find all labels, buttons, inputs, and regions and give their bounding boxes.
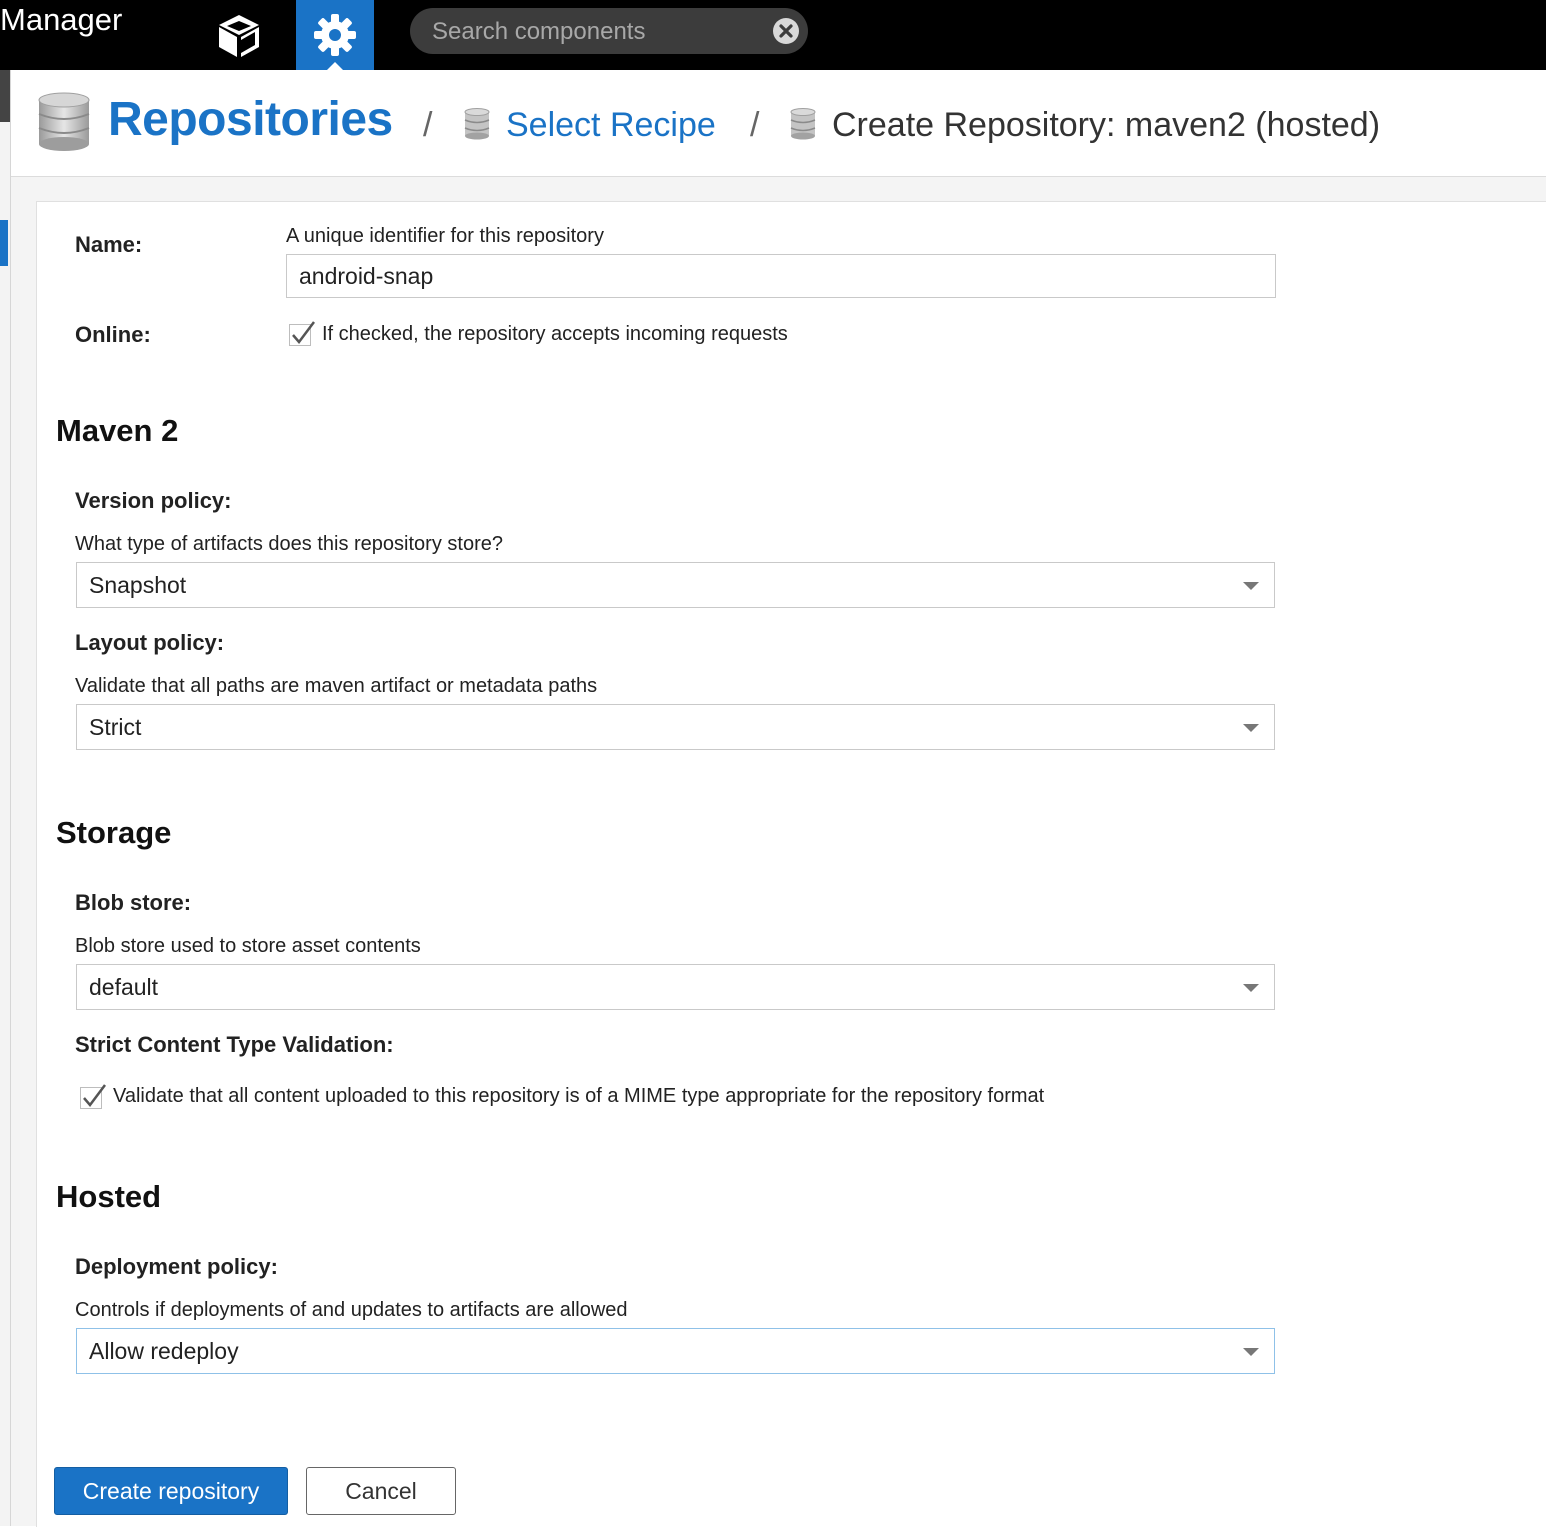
blob-store-select[interactable]: default [76, 964, 1275, 1010]
select-value: Strict [89, 714, 142, 740]
deployment-policy-label: Deployment policy: [75, 1254, 278, 1279]
name-label: Name: [75, 232, 143, 257]
sidebar-scroll-marker [0, 70, 10, 122]
strict-content-checkbox[interactable] [80, 1084, 106, 1109]
gear-icon [314, 14, 356, 56]
search-box [410, 8, 808, 54]
blob-store-label: Blob store: [75, 890, 192, 915]
database-icon [464, 108, 490, 140]
layout-policy-label: Layout policy: [75, 630, 225, 655]
top-bar: Manager [0, 0, 1546, 70]
online-label: Online: [75, 322, 151, 347]
layout-policy-help-text: Validate that all paths are maven artifa… [75, 675, 598, 697]
sidebar-active-marker [0, 220, 8, 266]
blob-store-help-text: Blob store used to store asset contents [75, 935, 421, 957]
chevron-down-icon [1243, 1348, 1259, 1356]
deployment-policy-select[interactable]: Allow redeploy [76, 1328, 1275, 1374]
online-checkbox[interactable] [289, 321, 315, 346]
chevron-down-icon [1243, 984, 1259, 992]
breadcrumb-select-recipe-link[interactable]: Select Recipe [506, 106, 716, 145]
version-policy-select[interactable]: Snapshot [76, 562, 1275, 608]
online-help-text: If checked, the repository accepts incom… [322, 323, 788, 345]
create-repository-button[interactable]: Create repository [54, 1467, 288, 1515]
name-field[interactable]: android-snap [286, 254, 1276, 298]
checkmark-icon [83, 1084, 106, 1107]
breadcrumb: Repositories / Select Recipe / Create Re… [11, 70, 1546, 177]
select-value: Snapshot [89, 572, 187, 598]
app-title: Manager [0, 2, 123, 37]
cancel-button[interactable]: Cancel [306, 1467, 456, 1515]
breadcrumb-separator: / [750, 106, 760, 144]
storage-section-heading: Storage [56, 815, 172, 850]
database-icon [38, 92, 90, 151]
chevron-down-icon [1243, 582, 1259, 590]
maven-section-heading: Maven 2 [56, 413, 179, 448]
layout-policy-select[interactable]: Strict [76, 704, 1275, 750]
checkmark-icon [292, 321, 315, 344]
left-sidebar-edge [0, 70, 11, 1526]
version-policy-help-text: What type of artifacts does this reposit… [75, 533, 503, 555]
admin-gear-button[interactable] [296, 0, 374, 70]
search-input[interactable] [430, 16, 764, 48]
select-value: Allow redeploy [89, 1338, 239, 1364]
hosted-section-heading: Hosted [56, 1179, 162, 1214]
version-policy-label: Version policy: [75, 488, 232, 513]
breadcrumb-separator: / [423, 106, 433, 144]
strict-content-help-text: Validate that all content uploaded to th… [113, 1085, 1045, 1107]
breadcrumb-current-page: Create Repository: maven2 (hosted) [832, 106, 1381, 144]
database-icon [790, 108, 816, 140]
browse-button[interactable] [200, 0, 278, 70]
cube-icon [219, 15, 259, 57]
deployment-policy-help-text: Controls if deployments of and updates t… [75, 1299, 628, 1321]
select-value: default [89, 974, 159, 1000]
chevron-down-icon [1243, 724, 1259, 732]
name-help-text: A unique identifier for this repository [286, 225, 604, 247]
close-circle-icon[interactable] [772, 17, 800, 45]
strict-content-label: Strict Content Type Validation: [75, 1032, 394, 1057]
breadcrumb-repositories-link[interactable]: Repositories [108, 92, 393, 147]
